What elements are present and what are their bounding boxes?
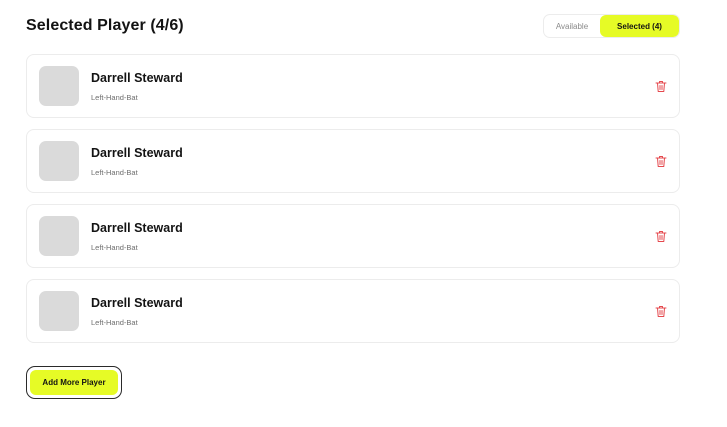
player-role: Left-Hand-Bat bbox=[91, 243, 138, 252]
player-name: Darrell Steward bbox=[91, 296, 183, 310]
player-card[interactable]: Darrell Steward Left-Hand-Bat bbox=[26, 129, 680, 193]
player-name: Darrell Steward bbox=[91, 71, 183, 85]
page-header: Selected Player (4/6) Available Selected… bbox=[26, 14, 680, 38]
add-more-player-button[interactable]: Add More Player bbox=[30, 370, 118, 395]
player-role: Left-Hand-Bat bbox=[91, 318, 138, 327]
trash-icon[interactable] bbox=[655, 305, 667, 318]
avatar bbox=[39, 216, 79, 256]
player-card[interactable]: Darrell Steward Left-Hand-Bat bbox=[26, 279, 680, 343]
trash-icon[interactable] bbox=[655, 230, 667, 243]
trash-icon[interactable] bbox=[655, 80, 667, 93]
tab-available[interactable]: Available bbox=[544, 15, 600, 37]
player-role: Left-Hand-Bat bbox=[91, 93, 138, 102]
player-card[interactable]: Darrell Steward Left-Hand-Bat bbox=[26, 54, 680, 118]
player-name: Darrell Steward bbox=[91, 221, 183, 235]
player-name: Darrell Steward bbox=[91, 146, 183, 160]
avatar bbox=[39, 66, 79, 106]
avatar bbox=[39, 141, 79, 181]
page-title: Selected Player (4/6) bbox=[26, 17, 184, 34]
player-card[interactable]: Darrell Steward Left-Hand-Bat bbox=[26, 204, 680, 268]
avatar bbox=[39, 291, 79, 331]
player-role: Left-Hand-Bat bbox=[91, 168, 138, 177]
add-player-focus-ring: Add More Player bbox=[26, 366, 122, 399]
tab-selected[interactable]: Selected (4) bbox=[600, 15, 679, 37]
player-filter-toggle: Available Selected (4) bbox=[543, 14, 680, 38]
selected-player-list: Darrell Steward Left-Hand-Bat Darrell St… bbox=[26, 54, 680, 354]
trash-icon[interactable] bbox=[655, 155, 667, 168]
